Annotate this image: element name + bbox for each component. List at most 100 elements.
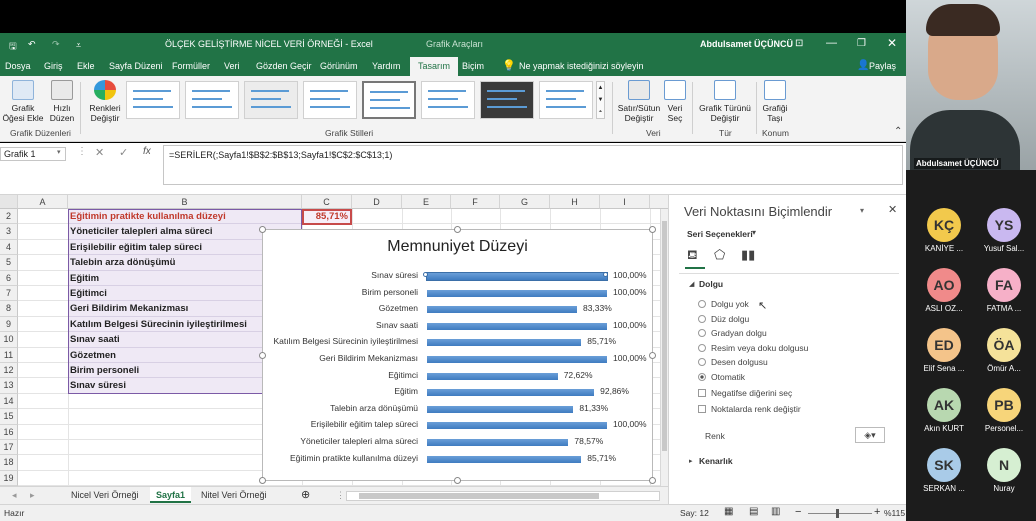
row-header[interactable]: 18 xyxy=(0,455,18,471)
column-header[interactable]: D xyxy=(352,195,402,209)
tab-yardim[interactable]: Yardım xyxy=(372,61,400,71)
resize-handle[interactable] xyxy=(259,226,266,233)
minimize-icon[interactable]: — xyxy=(826,37,837,49)
column-header[interactable]: G xyxy=(500,195,550,209)
radio-gradient-fill[interactable] xyxy=(698,329,706,337)
close-icon[interactable]: ✕ xyxy=(887,36,897,50)
resize-handle[interactable] xyxy=(454,477,461,484)
undo-icon[interactable]: ↶ xyxy=(28,39,36,50)
row-header[interactable]: 2 xyxy=(0,209,18,225)
zoom-slider[interactable] xyxy=(808,513,872,514)
tell-me-input[interactable]: Ne yapmak istediğinizi söyleyin xyxy=(519,61,644,71)
row-header[interactable]: 9 xyxy=(0,316,18,333)
bar[interactable] xyxy=(427,389,595,397)
row-header[interactable]: 5 xyxy=(0,255,18,271)
column-header[interactable]: C xyxy=(302,195,352,209)
row-header[interactable]: 17 xyxy=(0,440,18,456)
add-sheet-icon[interactable]: ⊕ xyxy=(301,488,310,501)
panel-close-icon[interactable]: ✕ xyxy=(888,203,897,216)
resize-handle[interactable] xyxy=(649,477,656,484)
radio-no-fill[interactable] xyxy=(698,300,706,308)
bar[interactable] xyxy=(427,306,577,314)
radio-solid-fill[interactable] xyxy=(698,315,706,323)
sheet-tab[interactable]: Nicel Veri Örneği xyxy=(71,490,139,500)
color-picker-button[interactable]: ◈▾ xyxy=(855,427,885,443)
row-header[interactable]: 16 xyxy=(0,424,18,440)
checkbox-invert-negative[interactable] xyxy=(698,389,706,397)
border-section-header[interactable]: Kenarlık xyxy=(699,456,733,466)
chart-style-thumb[interactable] xyxy=(480,81,534,119)
chart-object[interactable]: Memnuniyet Düzeyi Sınav süresi 100,00% Bir… xyxy=(259,226,656,484)
bar[interactable] xyxy=(427,422,607,430)
name-box-dropdown-icon[interactable]: ▾ xyxy=(57,148,61,156)
row-header[interactable]: 19 xyxy=(0,470,18,487)
row-header[interactable]: 7 xyxy=(0,286,18,302)
bar[interactable] xyxy=(427,356,607,363)
add-chart-element-button[interactable]: Grafik Öğesi Ekle xyxy=(2,80,44,123)
fill-expand-icon[interactable]: ◢ xyxy=(689,280,694,288)
bar[interactable] xyxy=(427,455,582,463)
chart-style-thumb[interactable] xyxy=(539,81,593,119)
select-all-corner[interactable] xyxy=(0,195,18,209)
tab-veri[interactable]: Veri xyxy=(224,61,240,71)
tab-ekle[interactable]: Ekle xyxy=(77,61,95,71)
resize-handle[interactable] xyxy=(259,352,266,359)
chart-style-thumb[interactable] xyxy=(303,81,357,119)
participant-avatar[interactable]: AK xyxy=(927,388,961,422)
radio-picture-fill[interactable] xyxy=(698,344,706,352)
column-header[interactable]: H xyxy=(550,195,600,209)
prev-sheet-icon[interactable]: ◂ xyxy=(12,490,17,501)
cell-c2[interactable]: 85,71% xyxy=(302,209,352,225)
row-header[interactable]: 4 xyxy=(0,239,18,256)
bar[interactable] xyxy=(427,322,607,330)
tab-formuller[interactable]: Formüller xyxy=(172,61,210,71)
resize-handle[interactable] xyxy=(454,226,461,233)
vertical-scrollbar[interactable] xyxy=(660,209,668,486)
radio-pattern-fill[interactable] xyxy=(698,358,706,366)
save-icon[interactable]: 🖫 xyxy=(9,39,17,55)
row-header[interactable]: 3 xyxy=(0,224,18,240)
row-header[interactable]: 13 xyxy=(0,378,18,394)
participant-avatar[interactable]: KÇ xyxy=(927,208,961,242)
ribbon-display-icon[interactable]: ⊡ xyxy=(795,38,803,49)
bar[interactable] xyxy=(427,372,558,380)
series-options-icon[interactable]: ▮▮ xyxy=(741,247,755,263)
bar[interactable] xyxy=(426,272,608,281)
bar[interactable] xyxy=(427,439,569,446)
restore-icon[interactable]: ❐ xyxy=(857,38,866,49)
gallery-scroll[interactable]: ▲ ▼ ⩡ xyxy=(596,81,605,119)
tab-giris[interactable]: Giriş xyxy=(44,61,63,71)
cell-b[interactable]: Eğitimin pratikte kullanılma düzeyi xyxy=(68,209,302,225)
column-header[interactable]: I xyxy=(600,195,650,209)
switch-row-column-button[interactable]: Satır/Sütun Değiştir xyxy=(616,80,662,123)
participant-avatar[interactable]: N xyxy=(987,448,1021,482)
resize-handle[interactable] xyxy=(649,226,656,233)
participant-avatar[interactable]: PB xyxy=(987,388,1021,422)
normal-view-icon[interactable]: ▦ xyxy=(724,506,733,517)
spreadsheet-grid[interactable]: A B C D E F G H I 2 3 4 5 6 7 8 9 10 11 12 13 14 15 16… xyxy=(0,195,668,487)
select-data-button[interactable]: Veri Seç xyxy=(664,80,686,123)
chart-style-thumb-selected[interactable] xyxy=(362,81,416,119)
resize-handle[interactable] xyxy=(259,477,266,484)
horizontal-scrollbar[interactable] xyxy=(346,491,660,501)
formula-input[interactable]: =SERİLER(;Sayfa1!$B$2:$B$13;Sayfa1!$C$2:… xyxy=(163,145,903,185)
row-header[interactable]: 6 xyxy=(0,270,18,286)
participant-avatar[interactable]: FA xyxy=(987,268,1021,302)
zoom-level[interactable]: %115 xyxy=(884,508,905,518)
zoom-out-icon[interactable]: − xyxy=(795,506,801,518)
page-break-icon[interactable]: ▥ xyxy=(771,506,780,517)
page-layout-icon[interactable]: ▤ xyxy=(749,506,758,517)
column-header[interactable]: F xyxy=(451,195,500,209)
tab-bicim[interactable]: Biçim xyxy=(462,61,484,71)
row-header[interactable]: 8 xyxy=(0,301,18,317)
column-header[interactable]: E xyxy=(402,195,451,209)
chart-style-thumb[interactable] xyxy=(185,81,239,119)
row-header[interactable]: 14 xyxy=(0,393,18,410)
participant-avatar[interactable]: AO xyxy=(927,268,961,302)
effects-icon[interactable]: ⬠ xyxy=(714,247,725,263)
participant-avatar[interactable]: ÖA xyxy=(987,328,1021,362)
bar[interactable] xyxy=(427,289,607,297)
h-scroll-thumb[interactable] xyxy=(359,493,599,499)
participant-avatar[interactable]: SK xyxy=(927,448,961,482)
fx-icon[interactable]: fx xyxy=(143,146,151,157)
